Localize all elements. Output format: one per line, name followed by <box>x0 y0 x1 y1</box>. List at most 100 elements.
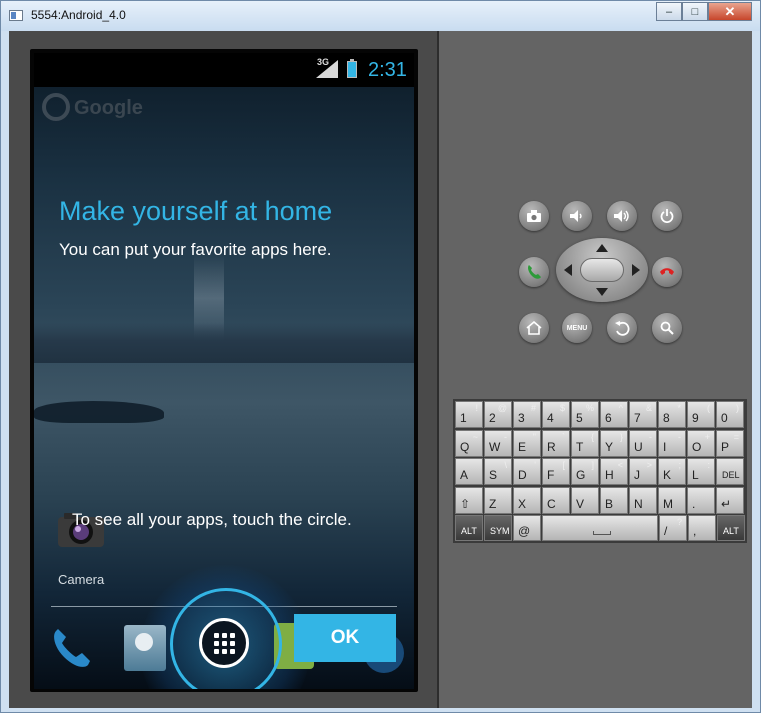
key-3[interactable]: R ` <box>542 429 570 457</box>
key-9[interactable]: 0) <box>716 401 744 428</box>
key-label: T <box>576 439 584 454</box>
call-button[interactable] <box>519 257 549 287</box>
key-label: 6 <box>605 411 612 425</box>
key-label: C <box>547 496 556 511</box>
key-8[interactable]: L: <box>687 458 715 485</box>
google-search-label[interactable]: Google <box>74 97 143 120</box>
key-label: S <box>489 468 498 482</box>
dpad-left-icon[interactable] <box>564 264 572 276</box>
contacts-icon[interactable] <box>124 625 166 671</box>
key-1[interactable]: S \ <box>484 458 512 485</box>
maximize-button[interactable]: □ <box>682 2 708 21</box>
key-2[interactable]: X <box>513 486 541 514</box>
key-5[interactable]: 6 ^ <box>600 401 628 428</box>
call-icon <box>528 265 541 279</box>
volume-up-icon <box>614 210 629 222</box>
cling-hint: To see all your apps, touch the circle. <box>72 510 352 529</box>
key-3[interactable]: 4 $ <box>542 401 570 428</box>
key-label: U <box>634 439 643 454</box>
volume-down-button[interactable] <box>562 201 592 231</box>
key-label: K <box>663 468 672 482</box>
key-7[interactable]: K; <box>658 458 686 485</box>
key-4[interactable]: 5% <box>571 401 599 428</box>
key-6[interactable]: J > <box>629 458 657 485</box>
key-label: 5 <box>576 411 583 425</box>
key-alt-right[interactable]: ALT <box>717 515 745 541</box>
close-button[interactable]: ✕ <box>708 2 752 21</box>
key-label: M <box>663 496 673 511</box>
search-button[interactable] <box>652 313 682 343</box>
key-1[interactable]: Z <box>484 486 512 514</box>
key-9[interactable]: DEL <box>716 458 744 485</box>
key-5[interactable]: Y} <box>600 429 628 457</box>
power-icon <box>660 209 674 223</box>
key-9[interactable]: ↵ <box>716 486 744 514</box>
volume-up-button[interactable] <box>607 201 637 231</box>
key-7[interactable]: M <box>658 486 686 514</box>
dpad[interactable] <box>556 238 648 302</box>
title-bar[interactable]: 5554:Android_4.0 – □ ✕ <box>1 1 760 31</box>
key-2[interactable]: 3 # <box>513 401 541 428</box>
camera-icon <box>527 210 541 222</box>
emulator-window: 5554:Android_4.0 – □ ✕ 3G 2:31 Google Ma… <box>0 0 761 713</box>
home-button[interactable] <box>519 313 549 343</box>
key-0[interactable]: ⇧ <box>455 486 483 514</box>
key-7[interactable]: I- <box>658 429 686 457</box>
phone-icon[interactable] <box>48 625 94 671</box>
key-3[interactable]: F[ <box>542 458 570 485</box>
dpad-up-icon[interactable] <box>596 244 608 252</box>
cling-subtitle: You can put your favorite apps here. <box>59 240 332 259</box>
key-shift-label: # <box>530 403 536 413</box>
key-6[interactable]: 7 & <box>629 401 657 428</box>
key-4[interactable]: G] <box>571 458 599 485</box>
key-sym[interactable]: SYM <box>484 515 512 541</box>
key-slash[interactable]: /? <box>659 515 687 541</box>
key-6[interactable]: N <box>629 486 657 514</box>
key-3[interactable]: C <box>542 486 570 514</box>
key-label: 2 <box>489 411 496 425</box>
key-4[interactable]: V <box>571 486 599 514</box>
key-5[interactable]: B <box>600 486 628 514</box>
dpad-right-icon[interactable] <box>632 264 640 276</box>
google-search-icon[interactable] <box>42 93 70 121</box>
key-label: A <box>460 468 469 482</box>
key-0[interactable]: 1! <box>455 401 483 428</box>
key-8[interactable]: . <box>687 486 715 514</box>
key-shift-label: } <box>619 431 623 442</box>
dpad-down-icon[interactable] <box>596 288 608 296</box>
all-apps-icon <box>214 633 235 654</box>
key-7[interactable]: 8 * <box>658 401 686 428</box>
key-0[interactable]: Q ~ <box>455 429 483 457</box>
key-2[interactable]: D ' <box>513 458 541 485</box>
key-9[interactable]: P = <box>716 429 744 457</box>
key-at[interactable]: @ <box>513 515 541 541</box>
key-shift-label: ` <box>562 431 565 442</box>
key-shift-label: - <box>504 431 507 442</box>
dpad-center-button[interactable] <box>580 258 624 282</box>
camera-button[interactable] <box>519 201 549 231</box>
device-screen[interactable]: 3G 2:31 Google Make yourself at home You… <box>34 53 414 689</box>
end-call-button[interactable] <box>652 257 682 287</box>
key-4[interactable]: T{ <box>571 429 599 457</box>
key-shift-label: : <box>707 460 710 470</box>
power-button[interactable] <box>652 201 682 231</box>
key-alt-left[interactable]: ALT <box>455 515 483 541</box>
key-0[interactable]: A <box>455 458 483 485</box>
ok-button[interactable]: OK <box>294 614 396 662</box>
key-2[interactable]: E " <box>513 429 541 457</box>
back-button[interactable] <box>607 313 637 343</box>
key-8[interactable]: 9( <box>687 401 715 428</box>
key-1[interactable]: 2 @ <box>484 401 512 428</box>
menu-button[interactable]: MENU <box>562 313 592 343</box>
minimize-button[interactable]: – <box>656 2 682 21</box>
key-1[interactable]: W- <box>484 429 512 457</box>
key-space[interactable] <box>542 515 658 541</box>
key-label: DEL <box>722 470 740 480</box>
key-6[interactable]: U- <box>629 429 657 457</box>
key-5[interactable]: H < <box>600 458 628 485</box>
key-comma[interactable]: , <box>688 515 716 541</box>
key-label: P <box>721 439 730 454</box>
key-8[interactable]: O + <box>687 429 715 457</box>
key-label: L <box>692 468 699 482</box>
all-apps-button[interactable] <box>199 618 249 668</box>
